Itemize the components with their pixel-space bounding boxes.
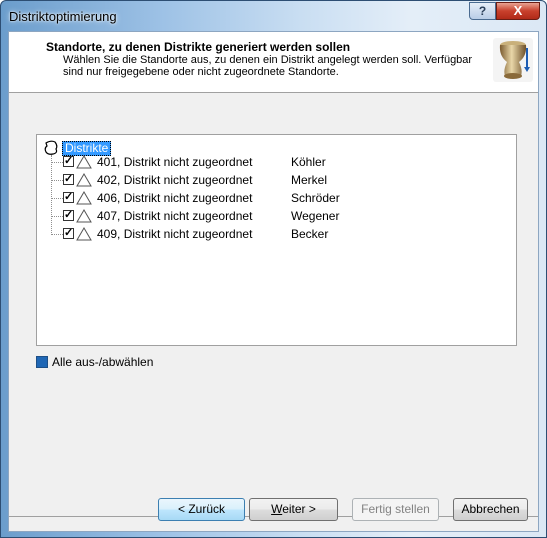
select-all-indeterminate-icon[interactable] bbox=[36, 356, 48, 368]
tree-item-owner: Köhler bbox=[291, 155, 326, 169]
tree-item-owner: Merkel bbox=[291, 173, 328, 187]
tree-item-owner: Schröder bbox=[291, 191, 340, 205]
tree-item-owner: Becker bbox=[291, 227, 329, 241]
tree-connector bbox=[51, 162, 63, 163]
triangle-icon bbox=[76, 209, 92, 223]
triangle-icon bbox=[76, 227, 92, 241]
tree-item[interactable]: ✓ 409, Distrikt nicht zugeordnet Becker bbox=[51, 225, 491, 243]
tree-connector bbox=[51, 216, 63, 217]
finish-button[interactable]: Fertig stellen bbox=[352, 498, 439, 521]
triangle-icon bbox=[76, 155, 92, 169]
wizard-header: Standorte, zu denen Distrikte generiert … bbox=[9, 32, 538, 93]
tree-item[interactable]: ✓ 402, Distrikt nicht zugeordnet Merkel bbox=[51, 171, 491, 189]
tree-item-checkbox[interactable]: ✓ bbox=[63, 228, 74, 239]
tree-item-checkbox[interactable]: ✓ bbox=[63, 210, 74, 221]
next-accelerator: W bbox=[271, 502, 283, 516]
tree-item-label: 401, Distrikt nicht zugeordnet bbox=[97, 155, 253, 169]
cancel-button[interactable]: Abbrechen bbox=[453, 498, 528, 521]
title-bar[interactable]: Distriktoptimierung ? X bbox=[1, 1, 546, 31]
close-button[interactable]: X bbox=[496, 2, 540, 20]
tree-item-label: 407, Distrikt nicht zugeordnet bbox=[97, 209, 253, 223]
page-title: Standorte, zu denen Distrikte generiert … bbox=[46, 40, 351, 54]
tree-connector bbox=[51, 180, 63, 181]
select-all-label: Alle aus-/abwählen bbox=[52, 355, 154, 369]
tree-item-checkbox[interactable]: ✓ bbox=[63, 192, 74, 203]
page-subtitle: Wählen Sie die Standorte aus, zu denen e… bbox=[63, 54, 473, 78]
tree-item-label: 406, Distrikt nicht zugeordnet bbox=[97, 191, 253, 205]
tree-item-label: 402, Distrikt nicht zugeordnet bbox=[97, 173, 253, 187]
tree-item[interactable]: ✓ 406, Distrikt nicht zugeordnet Schröde… bbox=[51, 189, 491, 207]
back-button[interactable]: < Zurück bbox=[158, 498, 245, 521]
triangle-icon bbox=[76, 173, 92, 187]
tree-connector bbox=[51, 198, 63, 199]
tree-item-checkbox[interactable]: ✓ bbox=[63, 156, 74, 167]
wizard-client-area: Standorte, zu denen Distrikte generiert … bbox=[8, 31, 539, 532]
next-button[interactable]: Weiter > bbox=[249, 498, 338, 521]
tree-item-owner: Wegener bbox=[291, 209, 340, 223]
district-tree[interactable]: Distrikte ✓ 401, Distrikt nicht zugeordn… bbox=[36, 134, 517, 346]
tree-item[interactable]: ✓ 401, Distrikt nicht zugeordnet Köhler bbox=[51, 153, 491, 171]
window-title: Distriktoptimierung bbox=[9, 9, 117, 24]
next-label: eiter > bbox=[282, 502, 316, 516]
tree-item[interactable]: ✓ 407, Distrikt nicht zugeordnet Wegener bbox=[51, 207, 491, 225]
wizard-window: Distriktoptimierung ? X Standorte, zu de… bbox=[0, 0, 547, 538]
tree-item-label: 409, Distrikt nicht zugeordnet bbox=[97, 227, 253, 241]
tree-item-checkbox[interactable]: ✓ bbox=[63, 174, 74, 185]
select-all-checkbox[interactable]: Alle aus-/abwählen bbox=[36, 355, 153, 369]
tree-connector bbox=[51, 234, 63, 235]
wizard-vase-icon bbox=[493, 38, 533, 82]
help-button[interactable]: ? bbox=[469, 2, 496, 20]
triangle-icon bbox=[76, 191, 92, 205]
